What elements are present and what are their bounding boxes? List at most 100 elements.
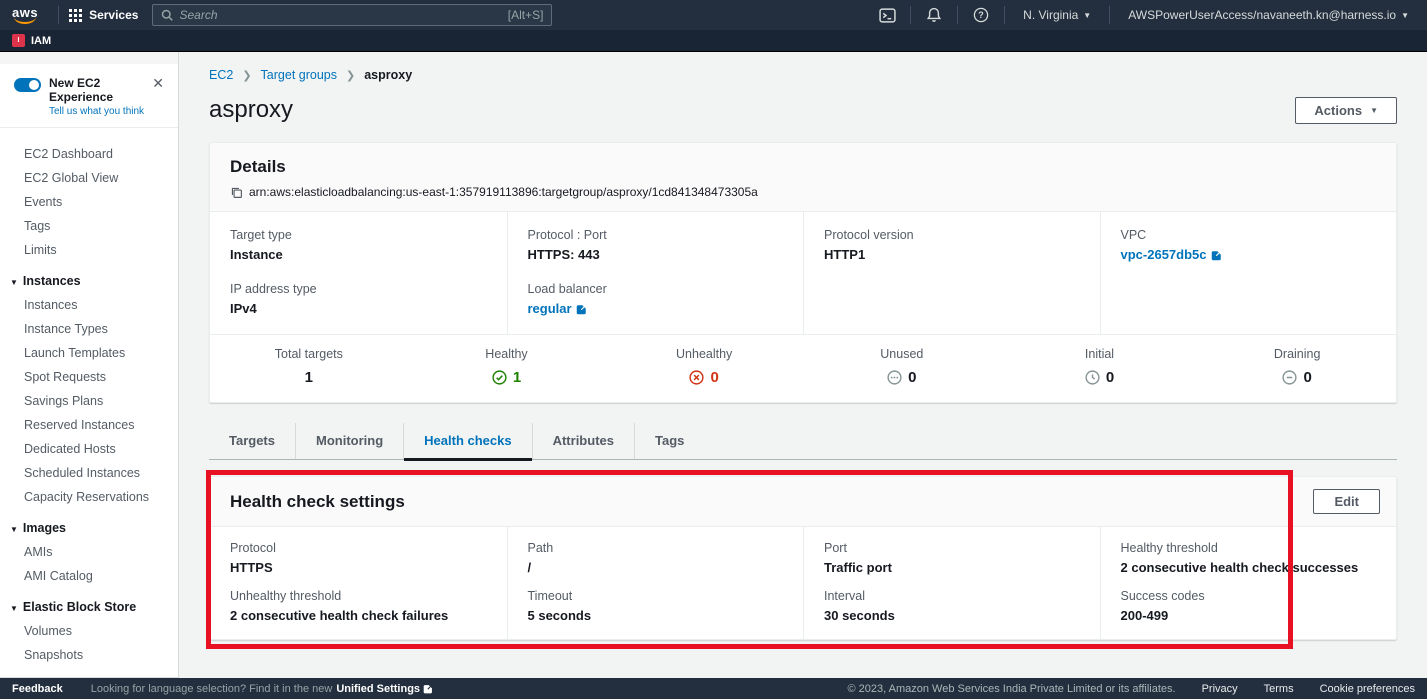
health-check-settings-card: Health check settings Edit Protocol HTTP… bbox=[209, 476, 1397, 640]
feedback-button[interactable]: Feedback bbox=[12, 683, 63, 695]
edit-button[interactable]: Edit bbox=[1313, 489, 1380, 514]
sidebar-item-snapshots[interactable]: Snapshots bbox=[0, 643, 178, 667]
sidebar-section-images[interactable]: ▼Images bbox=[0, 509, 178, 540]
aws-logo[interactable]: aws bbox=[12, 7, 38, 24]
load-balancer-link[interactable]: regular bbox=[528, 301, 588, 316]
vpc-link[interactable]: vpc-2657db5c bbox=[1121, 247, 1223, 262]
sidebar-item-ami-catalog[interactable]: AMI Catalog bbox=[0, 564, 178, 588]
chevron-down-icon: ▼ bbox=[10, 604, 18, 613]
new-experience-panel: New EC2 Experience Tell us what you thin… bbox=[0, 64, 178, 128]
account-menu[interactable]: AWSPowerUserAccess/navaneeth.kn@harness.… bbox=[1120, 8, 1417, 22]
field-unhealthy-threshold: Unhealthy threshold 2 consecutive health… bbox=[230, 589, 487, 623]
field-load-balancer: Load balancer regular bbox=[528, 282, 784, 316]
field-path: Path / bbox=[528, 541, 784, 575]
tab-monitoring[interactable]: Monitoring bbox=[295, 423, 403, 459]
main-content: EC2 ❯ Target groups ❯ asproxy asproxy Ac… bbox=[179, 52, 1427, 678]
help-icon[interactable]: ? bbox=[968, 7, 994, 23]
tab-attributes[interactable]: Attributes bbox=[532, 423, 634, 459]
unused-ellipsis-icon bbox=[887, 370, 902, 385]
sidebar-item-scheduled-instances[interactable]: Scheduled Instances bbox=[0, 461, 178, 485]
sidebar-item-spot-requests[interactable]: Spot Requests bbox=[0, 365, 178, 389]
copy-icon[interactable] bbox=[230, 186, 243, 199]
divider bbox=[1004, 6, 1005, 24]
sidebar-item-ec2-dashboard[interactable]: EC2 Dashboard bbox=[0, 142, 178, 166]
sidebar-item-instance-types[interactable]: Instance Types bbox=[0, 317, 178, 341]
field-healthy-threshold: Healthy threshold 2 consecutive health c… bbox=[1121, 541, 1377, 575]
close-icon[interactable]: ✕ bbox=[150, 76, 166, 90]
chevron-right-icon: ❯ bbox=[242, 69, 251, 82]
sidebar-item-tags[interactable]: Tags bbox=[0, 214, 178, 238]
new-experience-toggle[interactable] bbox=[14, 78, 41, 92]
actions-button[interactable]: Actions ▼ bbox=[1295, 97, 1397, 124]
language-selection-text: Looking for language selection? Find it … bbox=[91, 683, 333, 695]
summary-unused: Unused 0 bbox=[803, 347, 1001, 386]
summary-draining: Draining 0 bbox=[1198, 347, 1396, 386]
privacy-link[interactable]: Privacy bbox=[1202, 683, 1238, 695]
region-selector[interactable]: N. Virginia ▼ bbox=[1015, 8, 1099, 22]
summary-initial: Initial 0 bbox=[1001, 347, 1199, 386]
field-interval: Interval 30 seconds bbox=[824, 589, 1080, 623]
sidebar-item-dedicated-hosts[interactable]: Dedicated Hosts bbox=[0, 437, 178, 461]
sidebar-item-amis[interactable]: AMIs bbox=[0, 540, 178, 564]
tab-health-checks[interactable]: Health checks bbox=[403, 423, 531, 459]
tab-tags[interactable]: Tags bbox=[634, 423, 704, 459]
sidebar-item-savings-plans[interactable]: Savings Plans bbox=[0, 389, 178, 413]
sidebar-section-elastic-block-store[interactable]: ▼Elastic Block Store bbox=[0, 588, 178, 619]
recently-visited-bar: I IAM bbox=[0, 30, 1427, 52]
sidebar-item-limits[interactable]: Limits bbox=[0, 238, 178, 262]
sidebar-item-launch-templates[interactable]: Launch Templates bbox=[0, 341, 178, 365]
sidebar-item-volumes[interactable]: Volumes bbox=[0, 619, 178, 643]
sidebar-item-events[interactable]: Events bbox=[0, 190, 178, 214]
field-timeout: Timeout 5 seconds bbox=[528, 589, 784, 623]
divider bbox=[1109, 6, 1110, 24]
console-footer: Feedback Looking for language selection?… bbox=[0, 678, 1427, 699]
notifications-bell-icon[interactable] bbox=[921, 7, 947, 23]
new-experience-title: New EC2 Experience bbox=[49, 76, 150, 104]
breadcrumb-ec2[interactable]: EC2 bbox=[209, 68, 233, 82]
page-title: asproxy bbox=[209, 96, 293, 124]
target-group-arn: arn:aws:elasticloadbalancing:us-east-1:3… bbox=[249, 185, 758, 199]
unified-settings-link[interactable]: Unified Settings bbox=[336, 683, 434, 695]
tell-us-link[interactable]: Tell us what you think bbox=[49, 106, 150, 117]
divider bbox=[58, 6, 59, 24]
chevron-down-icon: ▼ bbox=[1083, 11, 1091, 20]
field-ip-address-type: IP address type IPv4 bbox=[230, 282, 487, 316]
cloudshell-icon[interactable] bbox=[874, 7, 900, 24]
search-shortcut-hint: [Alt+S] bbox=[508, 8, 544, 22]
aws-smile-icon bbox=[14, 17, 36, 24]
services-menu-button[interactable]: Services bbox=[69, 8, 138, 22]
terms-link[interactable]: Terms bbox=[1264, 683, 1294, 695]
services-label: Services bbox=[89, 8, 138, 22]
services-grid-icon bbox=[69, 9, 82, 22]
breadcrumb-target-groups[interactable]: Target groups bbox=[261, 68, 337, 82]
search-icon bbox=[161, 9, 173, 21]
region-label: N. Virginia bbox=[1023, 8, 1078, 22]
sidebar-section-instances[interactable]: ▼Instances bbox=[0, 262, 178, 293]
healthy-check-icon bbox=[492, 370, 507, 385]
global-search[interactable]: [Alt+S] bbox=[152, 4, 552, 26]
ec2-sidebar: New EC2 Experience Tell us what you thin… bbox=[0, 52, 179, 678]
search-input[interactable] bbox=[179, 8, 501, 22]
field-hc-port: Port Traffic port bbox=[824, 541, 1080, 575]
field-protocol-port: Protocol : Port HTTPS: 443 bbox=[528, 228, 784, 262]
health-check-settings-title: Health check settings bbox=[230, 492, 405, 512]
field-success-codes: Success codes 200-499 bbox=[1121, 589, 1377, 623]
summary-unhealthy: Unhealthy 0 bbox=[605, 347, 803, 386]
external-link-icon bbox=[1211, 249, 1223, 261]
external-link-icon bbox=[423, 683, 434, 694]
draining-minus-icon bbox=[1282, 370, 1297, 385]
breadcrumb: EC2 ❯ Target groups ❯ asproxy bbox=[209, 68, 1397, 82]
cookie-preferences-link[interactable]: Cookie preferences bbox=[1320, 683, 1415, 695]
sidebar-item-reserved-instances[interactable]: Reserved Instances bbox=[0, 413, 178, 437]
sidebar-item-ec2-global-view[interactable]: EC2 Global View bbox=[0, 166, 178, 190]
iam-service-shortcut[interactable]: I IAM bbox=[12, 34, 51, 47]
iam-label: IAM bbox=[31, 35, 51, 47]
sidebar-item-instances[interactable]: Instances bbox=[0, 293, 178, 317]
sidebar-item-capacity-reservations[interactable]: Capacity Reservations bbox=[0, 485, 178, 509]
chevron-down-icon: ▼ bbox=[1370, 106, 1378, 115]
summary-total-targets: Total targets 1 bbox=[210, 347, 408, 386]
sidebar-nav: EC2 Dashboard EC2 Global View Events Tag… bbox=[0, 128, 178, 677]
tab-targets[interactable]: Targets bbox=[209, 423, 295, 459]
field-target-type: Target type Instance bbox=[230, 228, 487, 262]
account-label: AWSPowerUserAccess/navaneeth.kn@harness.… bbox=[1128, 8, 1396, 22]
